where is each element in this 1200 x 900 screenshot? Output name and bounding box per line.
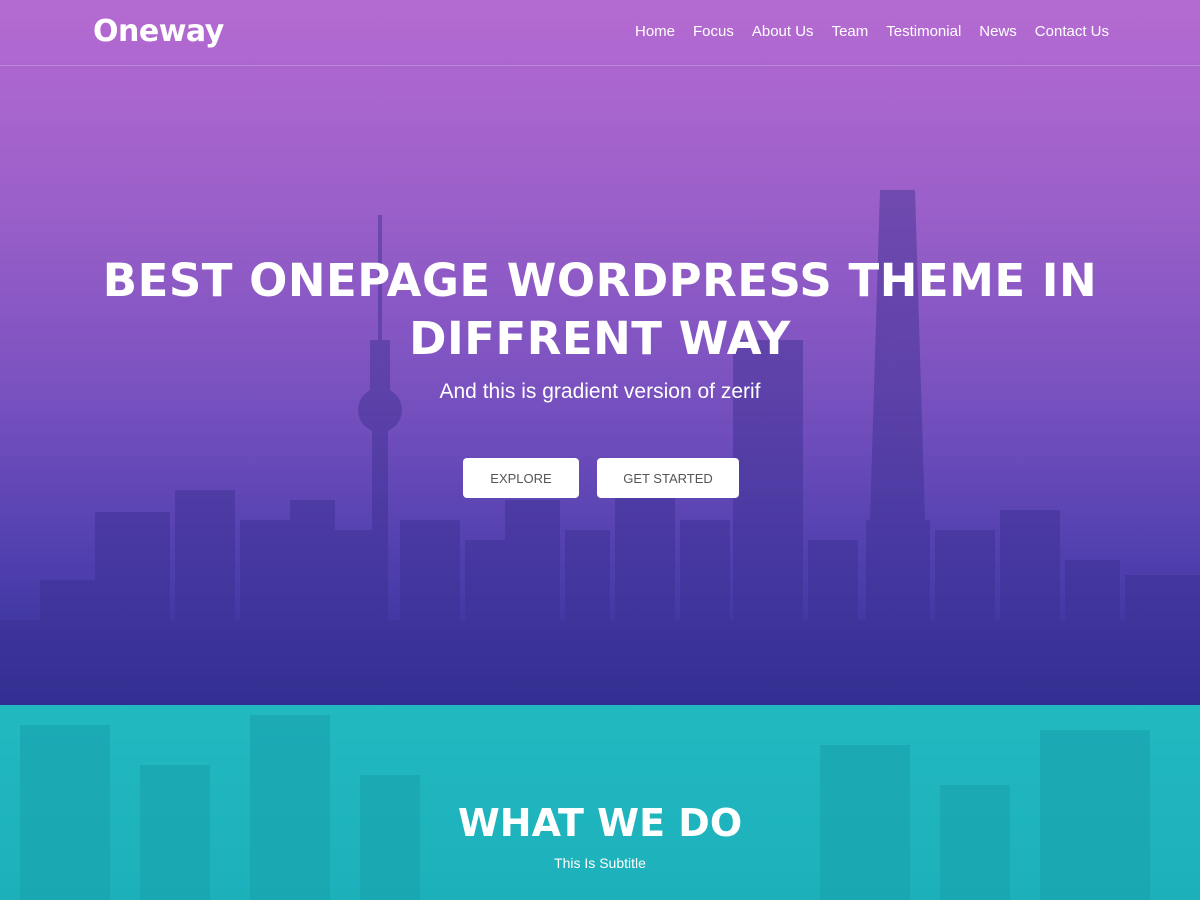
- nav-link-team[interactable]: Team: [832, 23, 869, 40]
- top-navigation-bar: Oneway Home Focus About Us Team Testimon…: [0, 0, 1200, 66]
- get-started-button[interactable]: GET STARTED: [597, 458, 739, 498]
- nav-link-contact-us[interactable]: Contact Us: [1035, 23, 1109, 40]
- hero-section: Oneway Home Focus About Us Team Testimon…: [0, 0, 1200, 705]
- section-subtitle: This Is Subtitle: [554, 855, 646, 871]
- hero-title: BEST ONEPAGE WORDPRESS THEME IN DIFFRENT…: [102, 254, 1098, 365]
- nav-link-news[interactable]: News: [979, 23, 1017, 40]
- site-logo[interactable]: Oneway: [93, 14, 224, 49]
- main-nav: Home Focus About Us Team Testimonial New…: [617, 23, 1109, 40]
- nav-link-focus[interactable]: Focus: [693, 23, 734, 40]
- nav-link-about-us[interactable]: About Us: [752, 23, 814, 40]
- nav-link-home[interactable]: Home: [635, 23, 675, 40]
- section-title: WHAT WE DO: [457, 801, 743, 845]
- what-we-do-section: WHAT WE DO This Is Subtitle: [0, 705, 1200, 900]
- nav-link-testimonial[interactable]: Testimonial: [886, 23, 961, 40]
- hero-subtitle: And this is gradient version of zerif: [439, 380, 761, 403]
- explore-button[interactable]: EXPLORE: [463, 458, 579, 498]
